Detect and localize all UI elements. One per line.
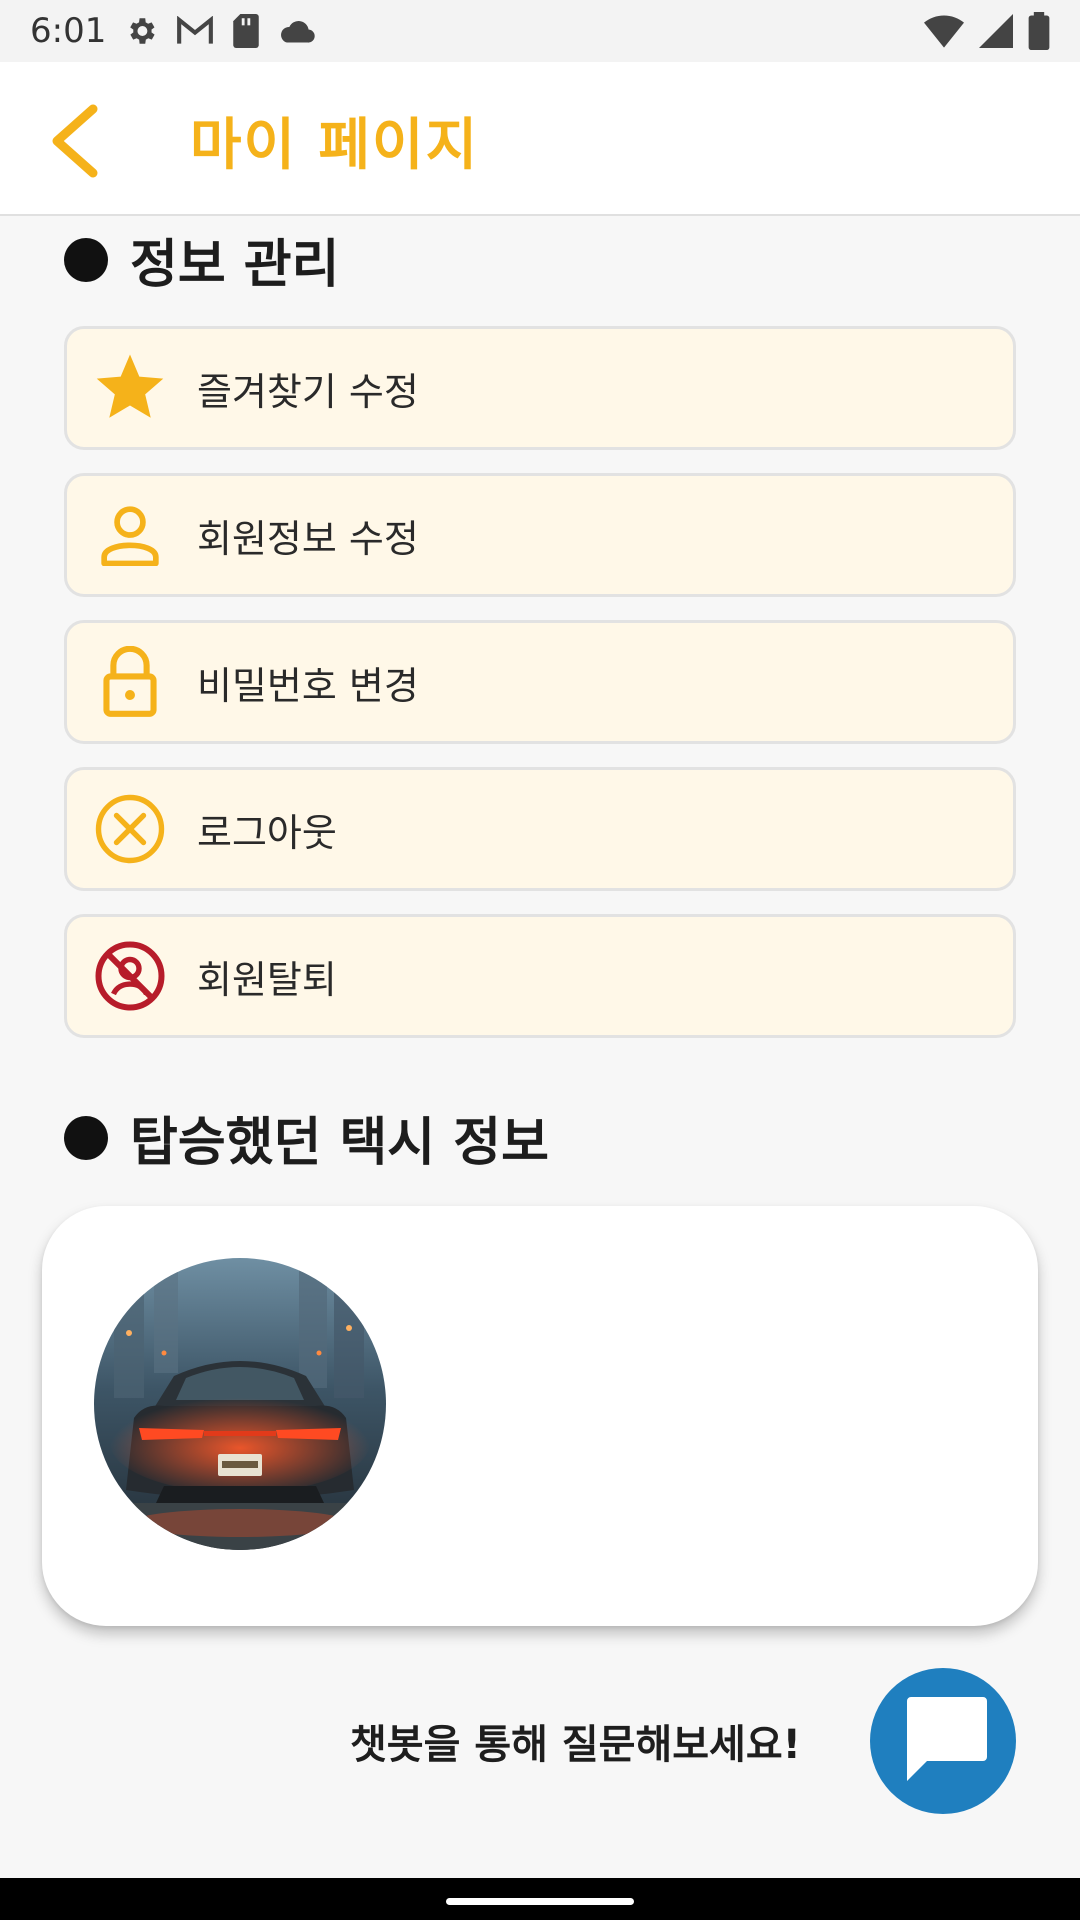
page-title: 마이 페이지	[190, 113, 480, 178]
gmail-icon	[176, 16, 214, 46]
menu-item-label: 즐겨찾기 수정	[197, 369, 419, 414]
settings-icon	[124, 14, 158, 48]
menu-item-edit-favorites[interactable]: 즐겨찾기 수정	[64, 326, 1016, 450]
status-time: 6:01	[30, 11, 107, 51]
sd-card-icon	[232, 14, 260, 48]
bullet-dot	[64, 237, 108, 282]
menu-item-edit-profile[interactable]: 회원정보 수정	[64, 473, 1016, 597]
car-rear-photo	[94, 1258, 386, 1550]
bullet-dot	[64, 1115, 108, 1160]
signal-icon	[978, 14, 1014, 48]
person-icon	[93, 498, 167, 572]
menu-item-label: 회원정보 수정	[197, 516, 419, 561]
battery-icon	[1028, 12, 1050, 50]
menu-item-change-password[interactable]: 비밀번호 변경	[64, 620, 1016, 744]
chatbot-button[interactable]	[870, 1668, 1016, 1814]
menu-item-logout[interactable]: 로그아웃	[64, 767, 1016, 891]
menu-item-label: 비밀번호 변경	[197, 663, 419, 708]
status-bar: 6:01	[0, 0, 1080, 62]
no-person-icon	[93, 939, 167, 1013]
info-section-label: 정보 관리	[130, 235, 340, 295]
app-bar: 마이 페이지	[0, 62, 1080, 216]
chat-icon	[895, 1693, 991, 1789]
cloud-icon	[278, 18, 316, 44]
star-icon	[93, 351, 167, 425]
chevron-left-icon	[45, 101, 105, 185]
lock-icon	[93, 645, 167, 719]
back-button[interactable]	[30, 98, 120, 188]
chatbot-hint: 챗봇을 통해 질문해보세요!	[350, 1722, 801, 1768]
wifi-icon	[924, 14, 964, 48]
taxi-section-label: 탑승했던 택시 정보	[130, 1113, 549, 1173]
home-gesture-handle[interactable]	[446, 1898, 634, 1905]
cancel-circle-icon	[93, 792, 167, 866]
menu-item-label: 로그아웃	[197, 810, 337, 855]
info-section-title: 정보 관리	[64, 222, 339, 297]
menu-item-label: 회원탈퇴	[197, 957, 337, 1002]
menu-item-withdraw[interactable]: 회원탈퇴	[64, 914, 1016, 1038]
taxi-info-card[interactable]	[42, 1206, 1038, 1626]
taxi-section-title: 탑승했던 택시 정보	[64, 1100, 549, 1175]
